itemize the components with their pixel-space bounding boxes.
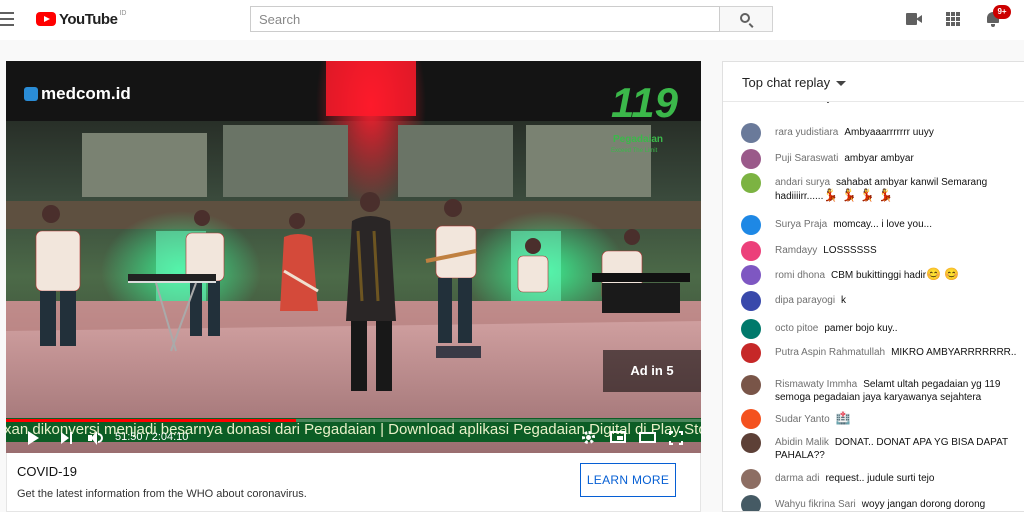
brand-badge-number: 119 xyxy=(611,79,678,126)
avatar[interactable] xyxy=(741,319,761,339)
progress-bar-fill xyxy=(6,419,296,422)
chat-header[interactable]: Top chat replay xyxy=(723,62,1024,102)
chat-author[interactable]: Puji Saraswati xyxy=(775,153,838,164)
avatar[interactable] xyxy=(741,433,761,453)
notification-badge: 9+ xyxy=(993,5,1011,19)
chat-author[interactable]: dipa parayogi xyxy=(775,295,835,306)
chat-message-text: andari surya sahabat ambyar kanwil Semara… xyxy=(775,176,1020,203)
search-box xyxy=(250,6,720,32)
chat-author[interactable]: rara yudistiara xyxy=(775,127,838,138)
chat-message-text: Wahyu fikrina Sari woyy jangan dorong dor… xyxy=(775,498,1020,511)
chat-message-text: Ramdayy LOSSSSSS xyxy=(775,244,1020,257)
chat-author[interactable]: romi dhona xyxy=(775,270,825,281)
player-controls: 51:50 / 2:04:10 xyxy=(6,423,701,453)
apps-icon[interactable] xyxy=(946,12,960,26)
chat-message-body: CBM bukittinggi hadir xyxy=(831,270,927,281)
chat-message-text: octo pitoe pamer bojo kuy.. xyxy=(775,322,1020,335)
search-icon xyxy=(740,13,750,23)
avatar[interactable] xyxy=(741,409,761,429)
next-button[interactable] xyxy=(61,432,73,444)
chat-message-text: rara yudistiara Ambyaaarrrrrrr uuyy xyxy=(775,126,1020,139)
brand-badge-tagline: Exceed The Limit xyxy=(611,148,658,154)
youtube-play-icon xyxy=(36,12,56,26)
emoji-icon: 💃 💃 💃 💃 xyxy=(823,188,894,202)
chat-message-text: Putra Aspin Rahmatullah MIKRO AMBYARRRRRR… xyxy=(775,346,1020,359)
logo-text: YouTube xyxy=(59,10,118,28)
ad-description: Get the latest information from the WHO … xyxy=(17,488,307,500)
chat-message-body: Ambyaaarrrrrrr uuyy xyxy=(844,127,934,138)
avatar[interactable] xyxy=(741,123,761,143)
chat-message-text: Puji Saraswati ambyar ambyar xyxy=(775,152,1020,165)
settings-icon[interactable] xyxy=(582,431,595,444)
chat-author[interactable]: Wahyu fikrina Sari xyxy=(775,499,856,510)
chat-message-body: LOSSSSSS xyxy=(823,245,877,256)
chat-message-body: k xyxy=(841,295,847,306)
ad-title: COVID-19 xyxy=(17,464,77,479)
chat-message-body: ambyar ambyar xyxy=(844,153,914,164)
chat-message-text: dipa parayogi k xyxy=(775,294,1020,307)
medcom-logo-icon xyxy=(24,87,38,101)
chat-author[interactable]: Ramdayy xyxy=(775,245,817,256)
avatar[interactable] xyxy=(741,241,761,261)
create-video-icon[interactable] xyxy=(906,13,922,25)
youtube-logo[interactable]: YouTube ID xyxy=(36,9,126,29)
live-chat-panel: Top chat replay maen biola yorara yudist… xyxy=(722,61,1024,512)
fullscreen-icon[interactable] xyxy=(669,431,683,445)
video-frame xyxy=(6,61,701,453)
chat-author[interactable]: Abidin Malik xyxy=(775,437,829,448)
chat-author[interactable]: Sudar Yanto xyxy=(775,414,830,425)
time-display: 51:50 / 2:04:10 xyxy=(115,431,189,443)
chat-message-body: MIKRO AMBYARRRRRRR.. xyxy=(891,347,1017,358)
volume-icon[interactable] xyxy=(88,431,104,445)
menu-icon[interactable] xyxy=(0,12,16,26)
chat-author[interactable]: Surya Praja xyxy=(775,219,827,230)
chat-message-text: Surya Praja momcay... i love you... xyxy=(775,218,1020,231)
chat-author[interactable]: Rismawaty Immha xyxy=(775,379,857,390)
chat-message-text: darma adi request.. judule surti tejo xyxy=(775,472,1020,485)
avatar[interactable] xyxy=(741,495,761,511)
avatar[interactable] xyxy=(741,375,761,395)
chat-author[interactable]: andari surya xyxy=(775,177,830,188)
chat-message-body: momcay... i love you... xyxy=(833,219,932,230)
play-button[interactable] xyxy=(28,431,40,445)
chat-author[interactable]: octo pitoe xyxy=(775,323,818,334)
chat-mode-title: Top chat replay xyxy=(742,75,831,90)
avatar[interactable] xyxy=(741,173,761,193)
chat-message-text: Sudar Yanto 🏥 xyxy=(775,412,1020,426)
miniplayer-icon[interactable] xyxy=(610,431,626,443)
progress-bar[interactable] xyxy=(6,419,701,422)
chat-author[interactable]: Putra Aspin Rahmatullah xyxy=(775,347,885,358)
chat-message-body: woyy jangan dorong dorong xyxy=(861,499,986,510)
ad-countdown: Ad in 5 xyxy=(603,350,701,392)
search-input[interactable] xyxy=(251,7,719,31)
emoji-icon: 😊 😊 xyxy=(926,267,960,281)
brand-badge-name: Pegadaian xyxy=(613,134,664,145)
chat-message-body: pamer bojo kuy.. xyxy=(824,323,898,334)
chat-author[interactable]: darma adi xyxy=(775,473,819,484)
video-player[interactable]: medcom.id 119 Pegadaian Exceed The Limit… xyxy=(6,61,701,453)
ad-info-card: COVID-19 Get the latest information from… xyxy=(6,453,701,512)
avatar[interactable] xyxy=(741,149,761,169)
learn-more-button[interactable]: LEARN MORE xyxy=(580,463,676,497)
chat-message-body: request.. judule surti tejo xyxy=(825,473,935,484)
chat-message-text: Abidin Malik DONAT.. DONAT APA YG BISA DA… xyxy=(775,436,1020,462)
channel-watermark-text: medcom.id xyxy=(41,84,131,103)
theater-mode-icon[interactable] xyxy=(639,432,656,443)
logo-country: ID xyxy=(119,9,127,17)
avatar[interactable] xyxy=(741,469,761,489)
avatar[interactable] xyxy=(741,265,761,285)
channel-watermark: medcom.id xyxy=(24,84,131,104)
chat-message-text: Rismawaty Immha Selamt ultah pegadaian yg… xyxy=(775,378,1020,404)
avatar[interactable] xyxy=(741,291,761,311)
brand-badge: 119 Pegadaian Exceed The Limit xyxy=(609,75,689,159)
chevron-down-icon xyxy=(836,81,846,86)
search-button[interactable] xyxy=(720,6,773,32)
avatar[interactable] xyxy=(741,343,761,363)
avatar[interactable] xyxy=(741,215,761,235)
chat-message-text: romi dhona CBM bukittinggi hadir 😊 😊 xyxy=(775,268,1020,282)
emoji-icon: 🏥 xyxy=(835,411,851,425)
masthead: YouTube ID 9+ xyxy=(0,0,1024,40)
